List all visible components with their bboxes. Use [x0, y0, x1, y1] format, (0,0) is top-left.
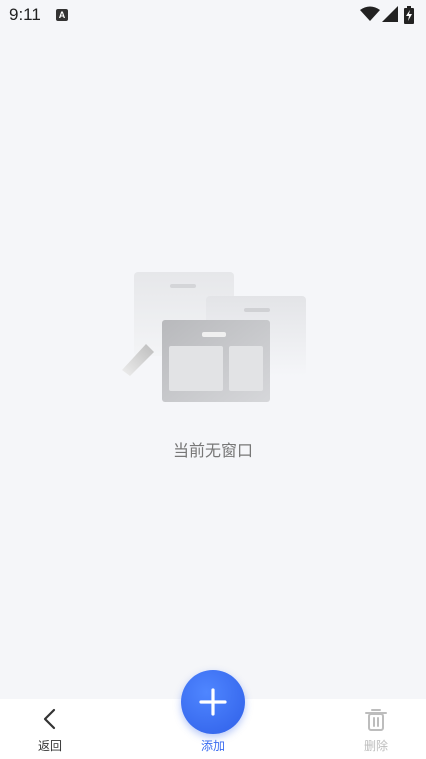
delete-button[interactable]: 删除 — [331, 699, 421, 759]
delete-label: 删除 — [363, 739, 388, 753]
status-time: 9:11 — [9, 5, 41, 24]
chevron-left-icon — [43, 708, 56, 730]
add-label: 添加 — [200, 739, 225, 753]
back-button[interactable]: 返回 — [5, 699, 95, 759]
empty-state-message: 当前无窗口 — [172, 441, 253, 460]
notification-icon: A — [56, 9, 68, 21]
windows-illustration-icon — [122, 272, 306, 402]
battery-charging-icon — [404, 6, 414, 24]
back-label: 返回 — [37, 739, 62, 753]
status-bar: 9:11 A — [0, 0, 426, 30]
plus-icon — [199, 688, 227, 716]
cell-signal-icon — [382, 6, 398, 22]
system-icons — [360, 6, 420, 24]
wifi-icon — [360, 6, 380, 21]
add-button[interactable] — [181, 670, 245, 734]
trash-icon — [365, 709, 387, 731]
